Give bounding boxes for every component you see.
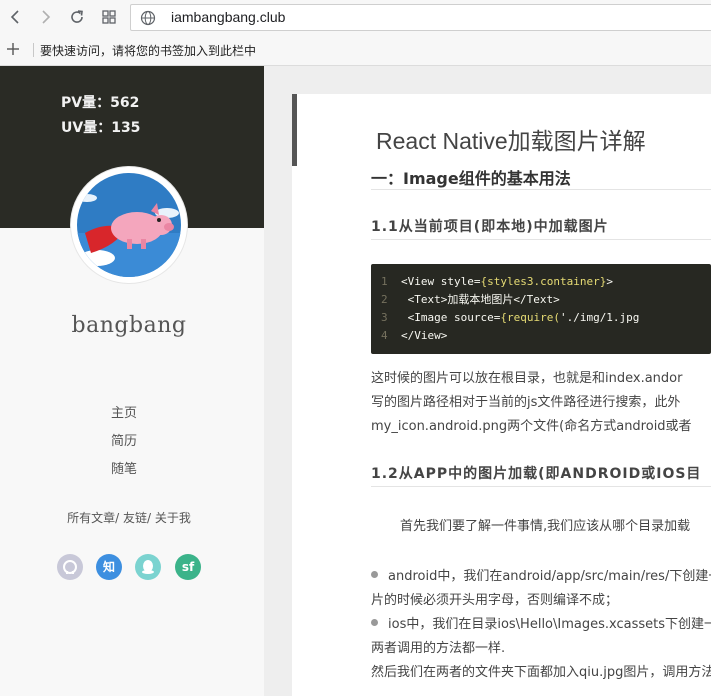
zhihu-icon[interactable]: 知 xyxy=(96,554,122,580)
bookmarks-hint: 要快速访问，请将您的书签加入到此栏中 xyxy=(40,44,257,58)
code-line: 2 <Text>加载本地图片</Text> xyxy=(371,291,560,309)
flying-pig-avatar-image xyxy=(77,173,181,277)
uv-count: UV量：135 xyxy=(61,120,141,136)
code-line: 1 <View style={styles3.container}> xyxy=(371,273,613,291)
subsection-heading-1-2: 1.2从APP中的图片加载(即ANDROID或IOS目 xyxy=(371,466,702,482)
list-bullet xyxy=(371,571,378,578)
segmentfault-icon[interactable]: sf xyxy=(175,554,201,580)
code-line: 3 <Image source={require('./img/1.jpg xyxy=(371,309,639,327)
url-text: iambangbang.club xyxy=(171,9,286,25)
heading-divider xyxy=(371,239,711,240)
sidebar-links[interactable]: 所有文章/ 友链/ 关于我 xyxy=(0,509,258,526)
code-token: <Text>加载本地图片</Text> xyxy=(401,293,560,306)
list-item-line: android中，我们在android/app/src/main/res/下创建… xyxy=(388,569,711,584)
code-token: > xyxy=(606,275,613,288)
address-bar[interactable]: iambangbang.club xyxy=(130,4,711,31)
line-number: 3 xyxy=(381,311,388,324)
paragraph-line: my_icon.android.png两个文件(命名方式android或者 xyxy=(371,419,692,434)
subsection-heading-1-1: 1.1从当前项目(即本地)中加载图片 xyxy=(371,219,609,235)
line-number: 4 xyxy=(381,329,388,342)
globe-icon xyxy=(140,10,156,26)
browser-toolbar: iambangbang.club xyxy=(0,0,711,34)
list-item-line: 两者调用的方法都一样. xyxy=(371,641,506,656)
sidebar: PV量：562 UV量：135 bangbang 主页 简历 随笔 所有文章/ … xyxy=(0,66,264,696)
add-bookmark-icon[interactable] xyxy=(4,40,22,58)
code-token: <View style= xyxy=(401,275,481,288)
code-token: './img/1.jpg xyxy=(559,311,640,324)
list-item-line: ios中，我们在目录ios\Hello\Images.xcassets下创建一个 xyxy=(388,617,711,632)
blog-name[interactable]: bangbang xyxy=(0,313,258,338)
avatar[interactable] xyxy=(71,167,187,283)
github-icon[interactable] xyxy=(57,554,83,580)
paragraph-line: 这时候的图片可以放在根目录，也就是和index.andor xyxy=(371,371,683,386)
post-title: React Native加载图片详解 xyxy=(376,128,646,154)
line-number: 2 xyxy=(381,293,388,306)
heading-divider xyxy=(371,189,711,190)
paragraph-line: 然后我们在两者的文件夹下面都加入qiu.jpg图片，调用方法为 xyxy=(371,665,711,680)
paragraph-line: 写的图片路径相对于当前的js文件路径进行搜索，此外 xyxy=(371,395,681,410)
list-item-line: 片的时候必须开头用字母，否则编译不成； xyxy=(371,593,619,608)
article-card: React Native加载图片详解 一：Image组件的基本用法 1.1从当前… xyxy=(292,94,711,696)
title-accent-bar xyxy=(292,94,297,166)
back-icon[interactable] xyxy=(4,5,28,29)
reload-icon[interactable] xyxy=(65,5,89,29)
forward-icon[interactable] xyxy=(33,5,57,29)
apps-grid-icon[interactable] xyxy=(97,5,121,29)
qq-icon[interactable] xyxy=(135,554,161,580)
code-token: {styles3.container} xyxy=(480,275,607,288)
menu-item-home[interactable]: 主页 xyxy=(0,402,248,421)
code-token: <Image source= xyxy=(401,311,501,324)
line-number: 1 xyxy=(381,275,388,288)
section-heading-1: 一：Image组件的基本用法 xyxy=(371,169,571,188)
menu-item-essays[interactable]: 随笔 xyxy=(0,458,248,477)
bookmarks-separator xyxy=(33,43,34,57)
code-token: {require( xyxy=(500,311,560,324)
paragraph-line: 首先我们要了解一件事情,我们应该从哪个目录加载 xyxy=(400,519,691,534)
list-bullet xyxy=(371,619,378,626)
code-block: 1 <View style={styles3.container}> 2 <Text… xyxy=(371,264,711,354)
code-token: </View> xyxy=(401,329,448,342)
code-line: 4 </View> xyxy=(371,327,447,345)
heading-divider xyxy=(371,486,711,487)
bookmarks-bar: 要快速访问，请将您的书签加入到此栏中 xyxy=(0,34,711,66)
menu-item-resume[interactable]: 简历 xyxy=(0,430,248,449)
pv-count: PV量：562 xyxy=(61,95,140,111)
